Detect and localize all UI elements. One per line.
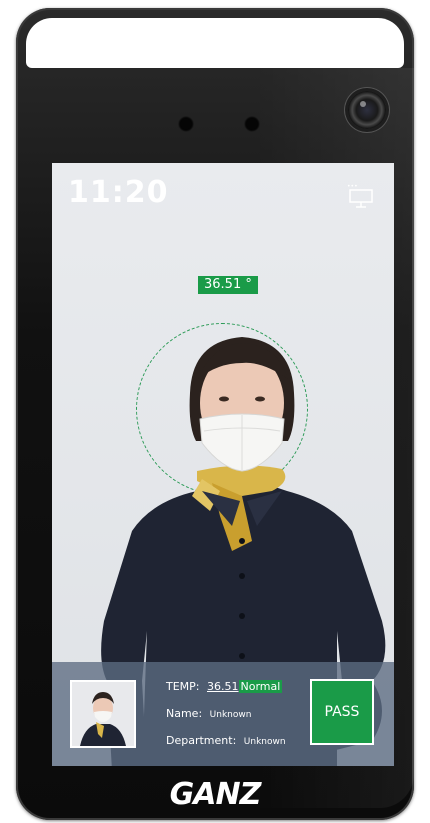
recognition-info-panel: TEMP: 36.51 Normal Name: Unknown Departme… xyxy=(52,662,394,766)
temp-status-badge: Normal xyxy=(238,680,283,693)
device-top-light-bar xyxy=(26,18,404,68)
terminal-screen: 11:20 ••• 36.51 ° TEMP: 36.51 Normal Nam… xyxy=(52,163,394,766)
clock-time: 11:20 xyxy=(68,175,169,210)
pass-button[interactable]: PASS xyxy=(310,679,374,745)
captured-face-thumbnail xyxy=(70,680,136,748)
live-temperature-badge: 36.51 ° xyxy=(198,276,258,294)
ir-sensor xyxy=(178,116,194,132)
svg-text:•••: ••• xyxy=(347,183,358,190)
network-monitor-icon: ••• xyxy=(347,183,373,208)
department-label: Department: xyxy=(166,734,237,747)
name-line: Name: Unknown xyxy=(166,707,251,720)
department-value: Unknown xyxy=(243,737,286,747)
brand-logo: GANZ xyxy=(169,777,262,812)
temp-label: TEMP: xyxy=(166,680,200,693)
department-line: Department: Unknown xyxy=(166,734,286,747)
name-label: Name: xyxy=(166,707,203,720)
temperature-line: TEMP: 36.51 Normal xyxy=(166,680,283,693)
name-value: Unknown xyxy=(209,710,252,720)
camera-lens xyxy=(348,91,386,129)
light-sensor xyxy=(244,116,260,132)
temp-value: 36.51 xyxy=(207,680,239,693)
